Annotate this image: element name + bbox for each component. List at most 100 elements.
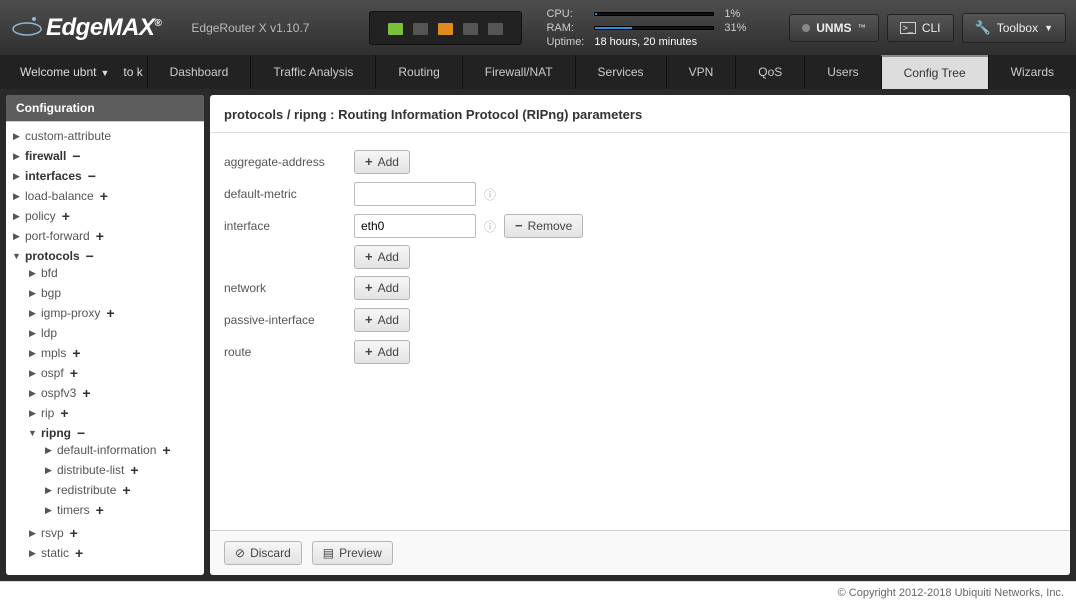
tab-users[interactable]: Users	[804, 55, 880, 89]
tree-item-ripng[interactable]: ▼ripng−	[28, 426, 200, 440]
unms-button[interactable]: UNMS™	[789, 14, 878, 42]
tree-label: default-information	[57, 443, 156, 457]
add-route-button[interactable]: +Add	[354, 340, 410, 364]
tree-label: ldp	[41, 326, 57, 340]
tree-item-ospf[interactable]: ▶ ospf +	[28, 366, 200, 380]
caret-icon: ▼	[12, 251, 21, 261]
tree-label: ospf	[41, 366, 64, 380]
tree-label: rip	[41, 406, 54, 420]
to-site-menu[interactable]: to kap	[123, 65, 142, 79]
config-tree[interactable]: ▶custom-attribute▶firewall−▶interfaces−▶…	[6, 121, 204, 575]
tab-dashboard[interactable]: Dashboard	[147, 55, 251, 89]
tree-item-distribute-list[interactable]: ▶distribute-list+	[44, 463, 198, 477]
preview-button[interactable]: ▤Preview	[312, 541, 393, 565]
tree-item-redistribute[interactable]: ▶redistribute+	[44, 483, 198, 497]
chevron-down-icon: ▼	[100, 68, 109, 78]
caret-icon: ▶	[44, 485, 53, 496]
plus-icon: +	[162, 444, 170, 456]
chevron-down-icon: ▼	[1044, 23, 1053, 33]
tree-item-igmp-proxy[interactable]: ▶ igmp-proxy +	[28, 306, 200, 320]
cli-button[interactable]: >_CLI	[887, 14, 954, 42]
minus-icon: −	[77, 427, 85, 439]
port-status-box	[369, 11, 522, 45]
tree-item-protocols[interactable]: ▼ protocols−	[12, 249, 202, 263]
uptime-label: Uptime:	[546, 36, 584, 48]
tree-label: firewall	[25, 149, 66, 163]
plus-icon: +	[106, 307, 114, 319]
cli-icon: >_	[900, 22, 916, 34]
tree-item-ospfv3[interactable]: ▶ospfv3+	[28, 386, 200, 400]
tree-item-ldp[interactable]: ▶ ldp	[28, 326, 200, 340]
tab-wizards[interactable]: Wizards	[988, 55, 1076, 89]
caret-icon: ▶	[12, 211, 21, 222]
product-logo: EdgeMAX®	[46, 14, 161, 42]
default-metric-label: default-metric	[224, 187, 354, 201]
tree-item-policy[interactable]: ▶policy+	[12, 209, 202, 223]
cancel-icon: ⊘	[235, 546, 245, 560]
tab-services[interactable]: Services	[575, 55, 666, 89]
tab-config-tree[interactable]: Config Tree	[881, 55, 988, 89]
caret-icon: ▼	[28, 428, 37, 438]
tree-label: igmp-proxy	[41, 306, 100, 320]
copyright: © Copyright 2012-2018 Ubiquiti Networks,…	[838, 587, 1064, 599]
tree-label: mpls	[41, 346, 66, 360]
discard-button[interactable]: ⊘Discard	[224, 541, 302, 565]
tree-item-interfaces[interactable]: ▶interfaces−	[12, 169, 202, 183]
tree-item-default-information[interactable]: ▶ default-information +	[44, 443, 198, 457]
minus-icon: −	[86, 250, 94, 262]
add-passive-interface-button[interactable]: +Add	[354, 308, 410, 332]
caret-icon: ▶	[12, 231, 21, 242]
tree-item-timers[interactable]: ▶timers+	[44, 503, 198, 517]
add-network-button[interactable]: +Add	[354, 276, 410, 300]
interface-input[interactable]	[354, 214, 476, 238]
plus-icon: +	[365, 346, 373, 358]
caret-icon: ▶	[28, 368, 37, 379]
caret-icon: ▶	[12, 131, 21, 142]
sidebar-title: Configuration	[6, 95, 204, 121]
tree-item-mpls[interactable]: ▶mpls+	[28, 346, 200, 360]
welcome-menu[interactable]: Welcome ubnt▼	[0, 65, 123, 79]
footer: © Copyright 2012-2018 Ubiquiti Networks,…	[0, 581, 1076, 603]
tab-vpn[interactable]: VPN	[666, 55, 736, 89]
info-icon[interactable]: ⓘ	[484, 218, 496, 235]
tree-item-port-forward[interactable]: ▶port-forward+	[12, 229, 202, 243]
port-2-icon	[413, 23, 428, 35]
tree-label: bfd	[41, 266, 58, 280]
plus-icon: +	[60, 407, 68, 419]
plus-icon: +	[75, 547, 83, 559]
info-icon[interactable]: ⓘ	[484, 186, 496, 203]
tab-traffic-analysis[interactable]: Traffic Analysis	[250, 55, 375, 89]
caret-icon: ▶	[28, 288, 37, 299]
tree-label: protocols	[25, 249, 80, 263]
tab-qos[interactable]: QoS	[735, 55, 804, 89]
plus-icon: +	[82, 387, 90, 399]
tree-item-load-balance[interactable]: ▶load-balance+	[12, 189, 202, 203]
add-interface-button[interactable]: +Add	[354, 245, 410, 269]
default-metric-input[interactable]	[354, 182, 476, 206]
action-bar: ⊘Discard ▤Preview	[210, 530, 1070, 575]
plus-icon: +	[365, 251, 373, 263]
add-aggregate-address-button[interactable]: +Add	[354, 150, 410, 174]
plus-icon: +	[70, 367, 78, 379]
port-5-icon	[488, 23, 503, 35]
tree-item-firewall[interactable]: ▶firewall−	[12, 149, 202, 163]
tree-label: distribute-list	[57, 463, 124, 477]
caret-icon: ▶	[28, 308, 37, 319]
tree-item-static[interactable]: ▶static+	[28, 546, 200, 560]
toolbox-button[interactable]: 🔧Toolbox▼	[962, 13, 1066, 43]
port-4-icon	[463, 23, 478, 35]
cpu-label: CPU:	[546, 8, 584, 20]
tab-firewall-nat[interactable]: Firewall/NAT	[462, 55, 575, 89]
tree-label: ospfv3	[41, 386, 76, 400]
tree-item-bfd[interactable]: ▶bfd	[28, 266, 200, 280]
tree-item-custom-attribute[interactable]: ▶custom-attribute	[12, 129, 202, 143]
tab-routing[interactable]: Routing	[375, 55, 461, 89]
tree-item-rsvp[interactable]: ▶rsvp+	[28, 526, 200, 540]
tree-item-rip[interactable]: ▶rip+	[28, 406, 200, 420]
caret-icon: ▶	[28, 328, 37, 339]
tree-item-bgp[interactable]: ▶bgp	[28, 286, 200, 300]
remove-interface-button[interactable]: −Remove	[504, 214, 583, 238]
ram-pct: 31%	[724, 22, 746, 34]
tree-label: timers	[57, 503, 90, 517]
caret-icon: ▶	[44, 445, 53, 456]
